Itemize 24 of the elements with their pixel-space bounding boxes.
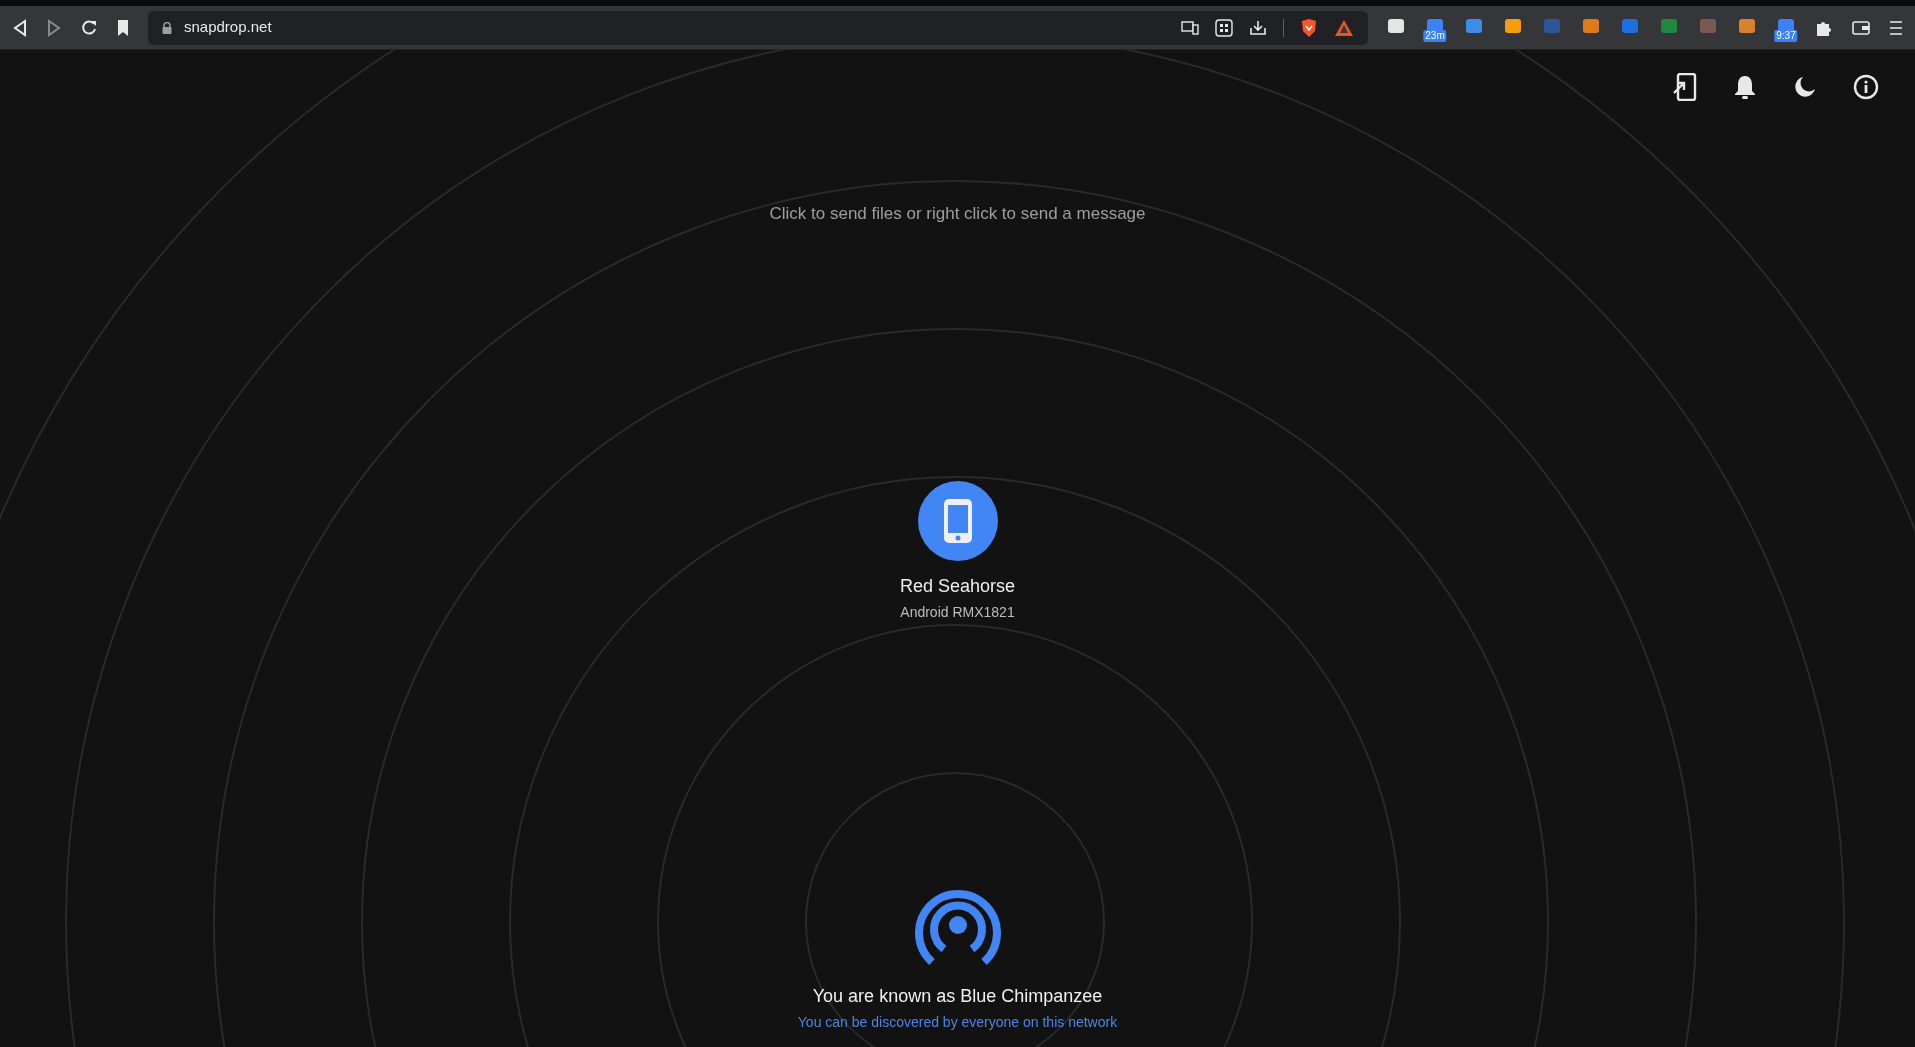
- self-name: You are known as Blue Chimpanzee: [812, 984, 1103, 1008]
- hint-text: Click to send files or right click to send a message: [769, 203, 1146, 225]
- triangle-icon[interactable]: [1334, 18, 1354, 37]
- reload-icon[interactable]: [80, 18, 98, 37]
- devices-icon[interactable]: [1181, 20, 1199, 35]
- download-icon[interactable]: [1249, 18, 1267, 37]
- peer-device: Android RMX1821: [900, 602, 1015, 622]
- menu-icon[interactable]: [1889, 19, 1903, 36]
- lion-shield-icon[interactable]: [1300, 17, 1318, 38]
- peer-name: Red Seahorse: [899, 574, 1016, 598]
- wallet-icon[interactable]: [1852, 19, 1870, 36]
- url-text: snapdrop.net: [184, 17, 273, 38]
- back-icon[interactable]: [12, 18, 28, 37]
- install-app-icon[interactable]: [1673, 73, 1697, 101]
- forward-icon[interactable]: [46, 18, 62, 37]
- grid-icon[interactable]: [1215, 18, 1233, 37]
- info-icon[interactable]: [1853, 74, 1879, 100]
- address-bar[interactable]: snapdrop.net: [148, 10, 1368, 45]
- bookmark-icon[interactable]: [116, 18, 130, 37]
- bell-icon[interactable]: [1733, 74, 1757, 100]
- moon-icon[interactable]: [1793, 75, 1817, 99]
- lock-icon: [162, 21, 172, 34]
- discovery-text: You can be discovered by everyone on this network: [797, 1012, 1118, 1032]
- phone-icon: [943, 498, 972, 543]
